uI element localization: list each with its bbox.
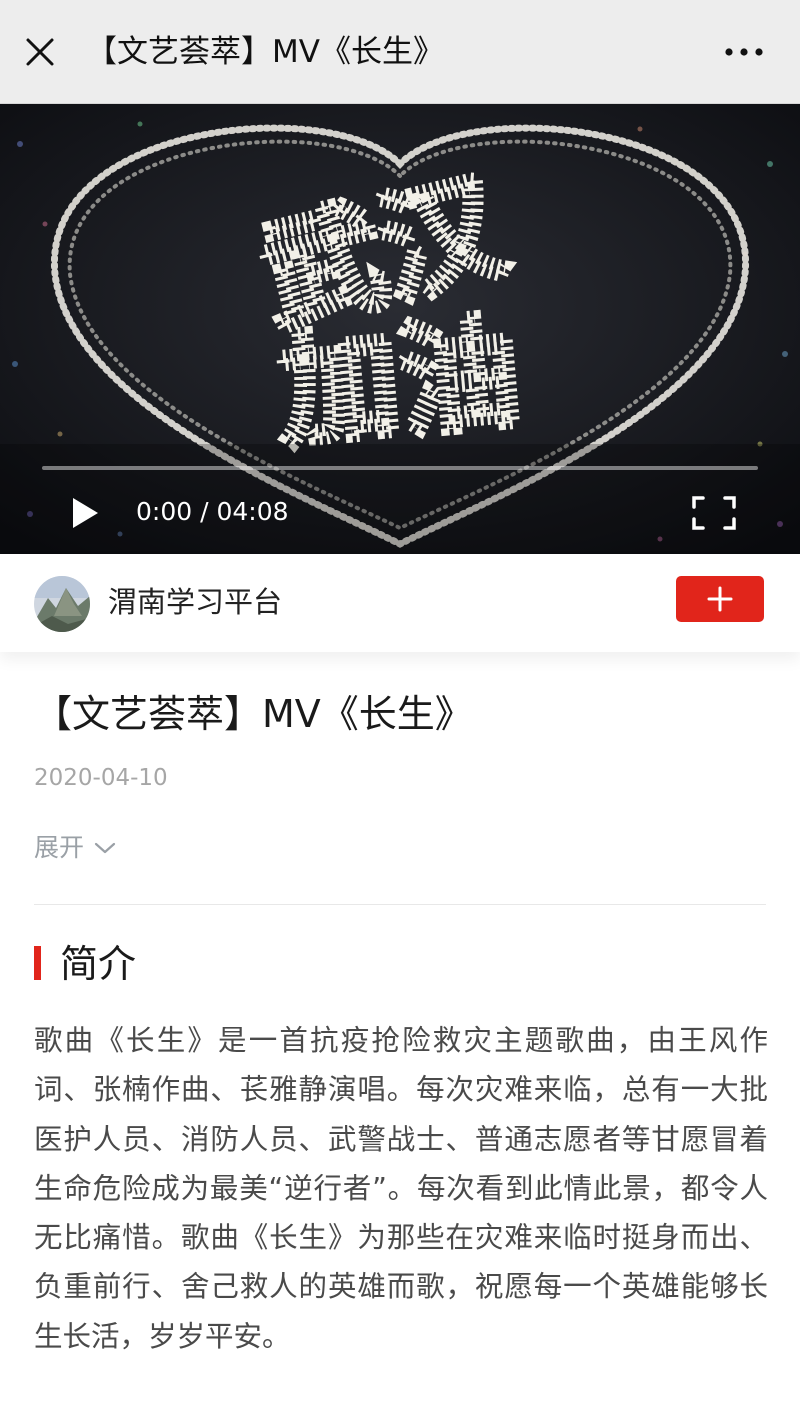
section-title: 简介 [60, 942, 137, 986]
play-button[interactable] [60, 490, 110, 536]
account-avatar[interactable] [34, 576, 90, 632]
expand-label: 展开 [34, 833, 85, 862]
video-time: 0:00 / 04:08 [136, 497, 289, 526]
video-player[interactable]: 武汉 加油 0:00 / 04:08 [0, 104, 800, 554]
chevron-down-icon [94, 842, 116, 854]
fullscreen-button[interactable] [688, 490, 740, 536]
more-button[interactable] [716, 30, 772, 74]
expand-button[interactable]: 展开 [34, 828, 116, 868]
plus-icon [707, 586, 733, 612]
video-progress-bar[interactable] [42, 466, 758, 470]
top-bar-title: 【文艺荟萃】MV《长生》 [86, 34, 444, 70]
play-icon [73, 498, 98, 528]
video-overlay-line2: 加油 [273, 304, 524, 463]
top-bar: 【文艺荟萃】MV《长生》 [0, 0, 800, 104]
video-frame: 武汉 加油 [0, 104, 800, 554]
follow-button[interactable] [676, 576, 764, 622]
more-dots-icon [725, 48, 763, 56]
section-accent-bar [34, 946, 41, 980]
close-icon [26, 38, 54, 66]
divider [34, 904, 766, 905]
close-button[interactable] [18, 30, 62, 74]
fullscreen-icon [692, 496, 736, 530]
article-title: 【文艺荟萃】MV《长生》 [34, 692, 473, 736]
account-row: 渭南学习平台 [0, 554, 800, 652]
intro-text: 歌曲《长生》是一首抗疫抢险救灾主题歌曲，由王风作词、张楠作曲、苌雅静演唱。每次灾… [34, 1024, 768, 1353]
article-date: 2020-04-10 [34, 765, 168, 791]
mountain-avatar [34, 576, 90, 632]
account-name[interactable]: 渭南学习平台 [108, 580, 282, 624]
